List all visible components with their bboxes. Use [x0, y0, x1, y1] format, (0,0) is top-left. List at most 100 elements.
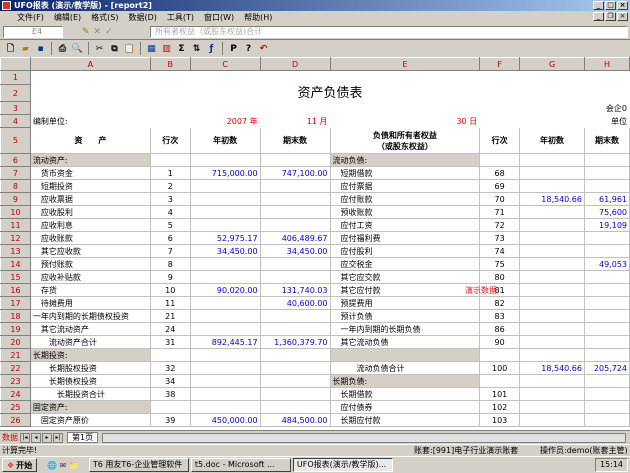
cell-line2[interactable]: 71: [479, 205, 521, 219]
cell-liab-item[interactable]: 预提费用: [329, 296, 481, 310]
cell-begin[interactable]: [189, 205, 261, 219]
cell-line2[interactable]: 70: [479, 192, 521, 206]
prev-sheet-button[interactable]: ◂: [31, 432, 41, 443]
cell-end2[interactable]: 49,053: [583, 257, 630, 271]
cell-begin[interactable]: [189, 387, 261, 401]
minimize-button[interactable]: _: [593, 1, 604, 10]
row-header[interactable]: 5: [0, 127, 31, 154]
cell-end[interactable]: [259, 153, 331, 167]
report-day[interactable]: 30 日: [329, 114, 481, 128]
cell-line[interactable]: [149, 400, 191, 414]
formula-input[interactable]: 所有者权益（或股东权益)合计: [150, 26, 628, 38]
cell-line2[interactable]: 100: [479, 361, 521, 375]
cell-end[interactable]: 484,500.00: [259, 413, 331, 427]
undo-icon[interactable]: ↶: [257, 42, 270, 55]
row-header[interactable]: 9: [0, 192, 31, 206]
row-header[interactable]: 4: [0, 114, 31, 128]
col-header-d[interactable]: D: [259, 57, 331, 71]
cell-end2[interactable]: [583, 296, 630, 310]
row-header[interactable]: 1: [0, 70, 31, 85]
task-t6[interactable]: T6 用友T6-企业管理软件: [88, 458, 189, 472]
cell-line2[interactable]: [479, 348, 521, 362]
cell-item[interactable]: 流动资产合计: [29, 335, 151, 349]
cell-begin[interactable]: 450,000.00: [189, 413, 261, 427]
cell-item[interactable]: 流动资产:: [29, 153, 151, 167]
cell-end[interactable]: [259, 179, 331, 193]
cell-line[interactable]: 7: [149, 244, 191, 258]
row-header[interactable]: 23: [0, 374, 31, 388]
cell-end[interactable]: [259, 218, 331, 232]
first-sheet-button[interactable]: |◂: [20, 432, 30, 443]
cell-begin[interactable]: 34,450.00: [189, 244, 261, 258]
cell-begin[interactable]: [189, 179, 261, 193]
cell-end2[interactable]: [583, 400, 630, 414]
chart-icon[interactable]: ▥: [160, 42, 173, 55]
cell-end2[interactable]: [583, 270, 630, 284]
cell-line[interactable]: 11: [149, 296, 191, 310]
print-icon[interactable]: ⎙: [56, 42, 69, 55]
col-header-h[interactable]: H: [583, 57, 630, 71]
cell-liab-item[interactable]: 流动负债合计: [329, 361, 481, 375]
cell-begin[interactable]: [189, 400, 261, 414]
cell-item[interactable]: 应收利息: [29, 218, 151, 232]
preview-icon[interactable]: 🔍: [71, 42, 84, 55]
col-header-g[interactable]: G: [519, 57, 585, 71]
row-header[interactable]: 21: [0, 348, 31, 362]
cell-item[interactable]: 长期投资:: [29, 348, 151, 362]
cell-begin[interactable]: [189, 361, 261, 375]
cell-end2[interactable]: 75,600: [583, 205, 630, 219]
confirm-icon[interactable]: ✓: [105, 26, 113, 38]
cell-line[interactable]: 2: [149, 179, 191, 193]
spreadsheet-grid[interactable]: A B C D E F G H 1 2 资产负债表 3 会企0 4 编制单位: …: [0, 57, 630, 430]
cell-end[interactable]: [259, 400, 331, 414]
cell-line2[interactable]: 69: [479, 179, 521, 193]
close-button[interactable]: ×: [617, 1, 628, 10]
menu-tools[interactable]: 工具(T): [162, 12, 199, 23]
cell-begin[interactable]: [189, 374, 261, 388]
cell-end2[interactable]: [583, 179, 630, 193]
row-header[interactable]: 3: [0, 101, 31, 115]
cell-begin2[interactable]: [519, 179, 585, 193]
cell-end[interactable]: [259, 309, 331, 323]
cell-line[interactable]: 32: [149, 361, 191, 375]
cell-begin2[interactable]: [519, 205, 585, 219]
cell-begin2[interactable]: 18,540.66: [519, 361, 585, 375]
cell-begin[interactable]: [189, 348, 261, 362]
grid-icon[interactable]: ▦: [145, 42, 158, 55]
report-month[interactable]: 11 月: [259, 114, 331, 128]
menu-format[interactable]: 格式(S): [86, 12, 123, 23]
cell-line2[interactable]: 101: [479, 387, 521, 401]
doc-restore-button[interactable]: ❐: [605, 12, 616, 21]
cell-liab-item[interactable]: 应付债券: [329, 400, 481, 414]
cancel-icon[interactable]: ✕: [94, 26, 102, 38]
row-header[interactable]: 11: [0, 218, 31, 232]
cell-end[interactable]: [259, 192, 331, 206]
cell-end2[interactable]: 19,109: [583, 218, 630, 232]
row-header[interactable]: 14: [0, 257, 31, 271]
cell-begin2[interactable]: [519, 387, 585, 401]
menu-help[interactable]: 帮助(H): [239, 12, 277, 23]
cell-item[interactable]: 长期投资合计: [29, 387, 151, 401]
cell-item[interactable]: 短期投资: [29, 179, 151, 193]
cell-line2[interactable]: 90: [479, 335, 521, 349]
help-icon[interactable]: ?: [242, 42, 255, 55]
cell-end2[interactable]: [583, 413, 630, 427]
sort-icon[interactable]: ⇅: [190, 42, 203, 55]
cell-end[interactable]: [259, 270, 331, 284]
cell-liab-item[interactable]: 应付账款: [329, 192, 481, 206]
cell-end[interactable]: [259, 257, 331, 271]
maximize-button[interactable]: □: [605, 1, 616, 10]
cell-end[interactable]: 131,740.03: [259, 283, 331, 297]
cell-begin2[interactable]: [519, 270, 585, 284]
row-header[interactable]: 24: [0, 387, 31, 401]
cell-item[interactable]: 存货: [29, 283, 151, 297]
cell-begin2[interactable]: [519, 166, 585, 180]
cell-liab-item[interactable]: 其它应交款: [329, 270, 481, 284]
save-icon[interactable]: ▪: [34, 42, 47, 55]
cell-liab-item[interactable]: 预收账款: [329, 205, 481, 219]
cell-line[interactable]: 6: [149, 231, 191, 245]
cell-begin2[interactable]: [519, 309, 585, 323]
row-header[interactable]: 8: [0, 179, 31, 193]
cell-begin2[interactable]: [519, 296, 585, 310]
cell-line[interactable]: 8: [149, 257, 191, 271]
